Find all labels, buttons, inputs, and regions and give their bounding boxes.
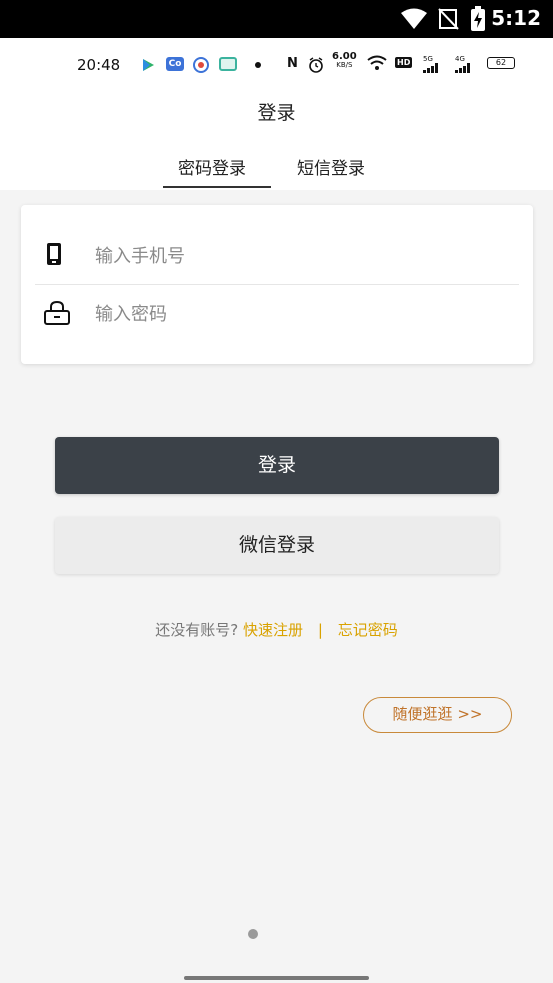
browse-button[interactable]: 随便逛逛 >>: [363, 697, 512, 733]
wifi-icon: [400, 8, 428, 34]
wifi-icon: [367, 55, 387, 75]
password-input[interactable]: [95, 297, 495, 331]
notification-dot-icon: [255, 62, 261, 68]
app-screen: 5:12 20:48 Co N 6.00 KB/S HD 5G 4G 62 登录…: [0, 0, 553, 983]
inner-status-bar: 20:48 Co N 6.00 KB/S HD 5G 4G 62: [0, 38, 553, 90]
signal-5g-icon: 5G: [423, 55, 439, 75]
app-header: 登录 密码登录 短信登录: [0, 90, 553, 190]
gallery-icon: [219, 57, 237, 71]
password-row: [35, 285, 519, 343]
signal-4g-icon: 4G: [455, 55, 471, 75]
no-signal-icon: [438, 8, 460, 34]
link-separator: |: [317, 621, 323, 639]
active-tab-indicator: [163, 186, 271, 188]
login-form-card: [21, 205, 533, 364]
phone-icon: [43, 242, 65, 272]
account-links: 还没有账号? 快速注册 | 忘记密码: [0, 619, 553, 640]
net-4g-label: 4G: [455, 55, 465, 63]
app-badge-icon: Co: [166, 57, 184, 71]
login-button[interactable]: 登录: [55, 437, 499, 494]
hd-voice-icon: HD: [395, 57, 413, 68]
home-gesture-bar[interactable]: [184, 976, 369, 980]
page-title: 登录: [257, 102, 296, 124]
wechat-login-button[interactable]: 微信登录: [55, 517, 499, 574]
net-5g-label: 5G: [423, 55, 433, 63]
tab-sms-login[interactable]: 短信登录: [297, 154, 365, 179]
system-status-bar: 5:12: [0, 0, 553, 38]
forgot-password-link[interactable]: 忘记密码: [338, 621, 398, 639]
battery-icon: 62: [487, 57, 515, 69]
speed-unit: KB/S: [336, 61, 353, 69]
camera-app-icon: [193, 57, 209, 77]
phone-row: [35, 227, 519, 285]
page-indicator-dot: [248, 929, 258, 939]
alarm-icon: [308, 57, 324, 77]
no-account-text: 还没有账号?: [155, 621, 239, 639]
inner-time: 20:48: [77, 56, 121, 74]
play-store-icon: [141, 57, 155, 76]
network-speed: 6.00 KB/S: [332, 52, 357, 70]
phone-input[interactable]: [95, 239, 495, 273]
speed-value: 6.00: [332, 51, 357, 62]
lock-icon: [43, 300, 71, 330]
tab-password-login[interactable]: 密码登录: [178, 154, 246, 179]
nfc-icon: N: [287, 56, 298, 71]
system-time: 5:12: [491, 6, 541, 30]
battery-charging-icon: [470, 6, 486, 36]
register-link[interactable]: 快速注册: [243, 621, 303, 639]
